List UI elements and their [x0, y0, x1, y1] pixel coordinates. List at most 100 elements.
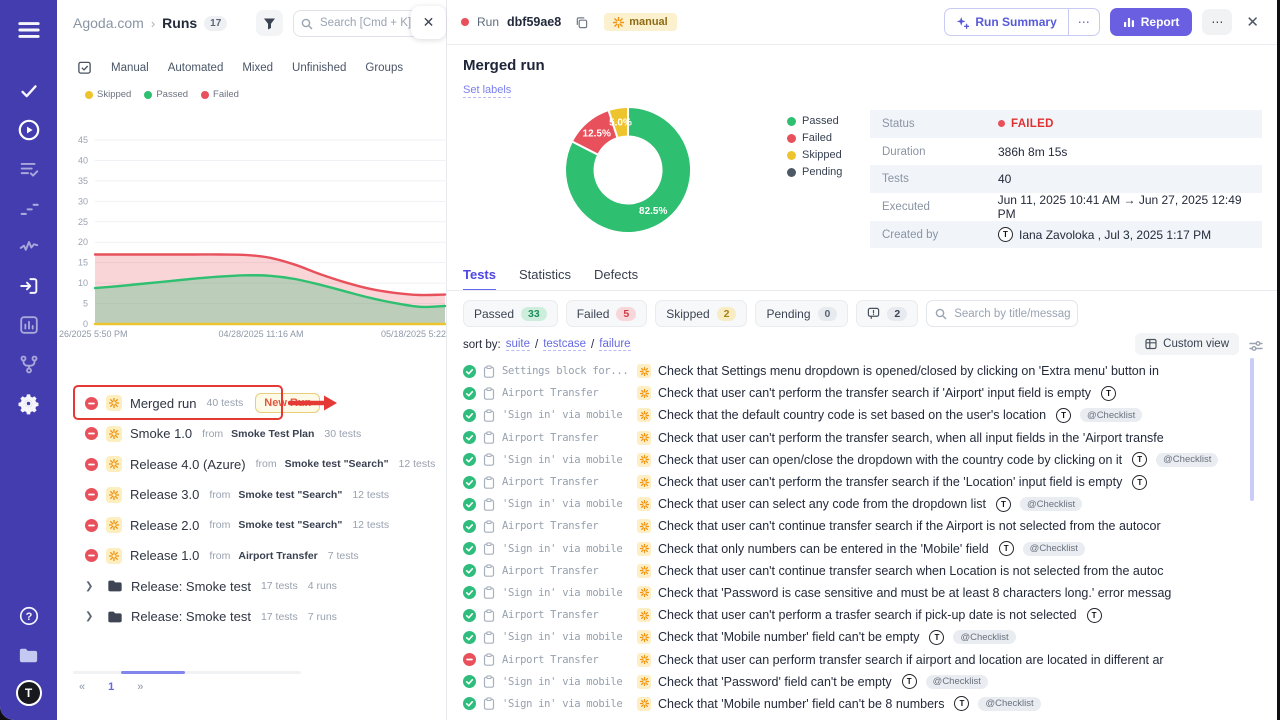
- test-row[interactable]: Airport Transfer Check that user can't p…: [463, 604, 1239, 626]
- test-row[interactable]: Airport Transfer Check that user can't c…: [463, 560, 1239, 582]
- run-list-item[interactable]: Release 3.0 fromSmoke test "Search" 12 t…: [57, 480, 447, 511]
- runs-tab-groups[interactable]: Groups: [365, 62, 403, 74]
- close-detail-button[interactable]: ✕: [1242, 11, 1263, 33]
- filter-button[interactable]: [256, 10, 283, 36]
- run-folder-item[interactable]: ❯ Release: Smoke test 17 tests 7 runs: [57, 602, 447, 633]
- runs-search-input[interactable]: [293, 10, 430, 37]
- close-panel-button[interactable]: ✕: [411, 6, 446, 39]
- runs-tab-automated[interactable]: Automated: [168, 62, 224, 74]
- testcase-icon: [483, 542, 495, 555]
- test-title: Check that user can't continue transfer …: [658, 564, 1163, 578]
- runs-tab-unfinished[interactable]: Unfinished: [292, 62, 346, 74]
- test-row[interactable]: 'Sign in' via mobile Check that 'Mobile …: [463, 626, 1239, 648]
- tab-tests[interactable]: Tests: [463, 267, 496, 291]
- filter-passed[interactable]: Passed33: [463, 300, 558, 327]
- test-row[interactable]: Airport Transfer Check that user can't c…: [463, 515, 1239, 537]
- manual-run-icon: [106, 456, 122, 472]
- folder-icon: [107, 579, 123, 593]
- next-page-button[interactable]: »: [137, 681, 143, 693]
- run-summary-button[interactable]: Run Summary: [945, 9, 1067, 35]
- legend-item: Skipped: [85, 89, 131, 100]
- test-row[interactable]: Airport Transfer Check that user can't p…: [463, 471, 1239, 493]
- custom-view-button[interactable]: Custom view: [1135, 333, 1239, 355]
- runs-tab-mixed[interactable]: Mixed: [242, 62, 273, 74]
- chevron-right-icon[interactable]: ❯: [85, 581, 99, 592]
- svg-text:26/2025 5:50 PM: 26/2025 5:50 PM: [59, 329, 128, 339]
- menu-icon[interactable]: [15, 16, 43, 44]
- vertical-scrollbar[interactable]: [1250, 358, 1254, 501]
- list-check-icon[interactable]: [15, 155, 43, 183]
- report-button[interactable]: Report: [1110, 8, 1193, 36]
- test-title: Check that user can select any code from…: [658, 497, 986, 511]
- tab-statistics[interactable]: Statistics: [519, 267, 571, 291]
- play-circle-icon[interactable]: [15, 116, 43, 144]
- prev-page-button[interactable]: «: [79, 681, 85, 693]
- test-suite: 'Sign in' via mobile: [502, 543, 630, 555]
- sort-link-testcase[interactable]: testcase: [543, 338, 586, 351]
- test-row[interactable]: Airport Transfer Check that user can't p…: [463, 427, 1239, 449]
- test-row[interactable]: 'Sign in' via mobile Check that 'Passwor…: [463, 671, 1239, 693]
- test-suite: 'Sign in' via mobile: [502, 587, 630, 599]
- test-row[interactable]: Airport Transfer Check that user can't p…: [463, 382, 1239, 404]
- copy-icon[interactable]: [575, 16, 588, 29]
- gear-icon[interactable]: [15, 389, 43, 417]
- run-from-label: from: [256, 458, 277, 470]
- set-labels-link[interactable]: Set labels: [463, 84, 511, 98]
- failed-icon: [85, 488, 98, 501]
- test-row[interactable]: 'Sign in' via mobile Check that the defa…: [463, 404, 1239, 426]
- run-list-item[interactable]: Merged run 40 tests New Run: [57, 388, 447, 419]
- chevron-right-icon[interactable]: ❯: [85, 611, 99, 622]
- filter-failed[interactable]: Failed5: [566, 300, 648, 327]
- svg-text:45: 45: [78, 135, 88, 145]
- test-row[interactable]: 'Sign in' via mobile Check that only num…: [463, 538, 1239, 560]
- breadcrumb-project[interactable]: Agoda.com: [73, 15, 144, 31]
- runs-tab-manual[interactable]: Manual: [111, 62, 149, 74]
- folder-icon[interactable]: [15, 641, 43, 669]
- user-avatar[interactable]: T: [16, 680, 42, 706]
- sort-link-suite[interactable]: suite: [506, 338, 530, 351]
- report-box-icon[interactable]: [15, 311, 43, 339]
- test-row[interactable]: 'Sign in' via mobile Check that user can…: [463, 493, 1239, 515]
- run-folder-item[interactable]: ❯ Release: Smoke test 17 tests 4 runs: [57, 571, 447, 602]
- test-search-input[interactable]: [926, 300, 1078, 327]
- filter-pending[interactable]: Pending0: [755, 300, 848, 327]
- activity-icon[interactable]: [15, 233, 43, 261]
- passed-icon: [463, 431, 476, 444]
- filter-count: 0: [818, 307, 838, 321]
- scrollbar-thumb[interactable]: [121, 671, 185, 674]
- passed-icon: [463, 586, 476, 599]
- steps-icon[interactable]: [15, 194, 43, 222]
- testcase-icon: [483, 586, 495, 599]
- import-icon[interactable]: [15, 272, 43, 300]
- run-list-item[interactable]: Release 4.0 (Azure) fromSmoke test "Sear…: [57, 449, 447, 480]
- testcase-icon: [483, 365, 495, 378]
- calendar-check-icon[interactable]: [77, 60, 92, 75]
- help-icon[interactable]: ?: [15, 602, 43, 630]
- test-row[interactable]: 'Sign in' via mobile Check that user can…: [463, 449, 1239, 471]
- test-title: Check that 'Mobile number' field can't b…: [658, 630, 919, 644]
- branch-icon[interactable]: [15, 350, 43, 378]
- run-name: Merged run: [130, 396, 196, 411]
- sort-link-failure[interactable]: failure: [599, 338, 630, 351]
- run-list-item[interactable]: Release 1.0 fromAirport Transfer 7 tests: [57, 541, 447, 572]
- check-icon[interactable]: [15, 77, 43, 105]
- comments-filter[interactable]: 2: [856, 300, 918, 327]
- adjustments-icon[interactable]: [1249, 339, 1263, 357]
- filter-skipped[interactable]: Skipped2: [655, 300, 747, 327]
- tab-defects[interactable]: Defects: [594, 267, 638, 291]
- test-row[interactable]: 'Sign in' via mobile Check that 'Passwor…: [463, 582, 1239, 604]
- test-title: Check that user can't continue transfer …: [658, 519, 1161, 533]
- test-row[interactable]: 'Sign in' via mobile Check that 'Mobile …: [463, 693, 1239, 715]
- run-list-item[interactable]: Release 2.0 fromSmoke test "Search" 12 t…: [57, 510, 447, 541]
- run-summary-more-button[interactable]: ⋯: [1068, 9, 1099, 35]
- assignee-avatar: T: [929, 630, 944, 645]
- test-row[interactable]: Airport Transfer Check that user can per…: [463, 648, 1239, 670]
- passed-icon: [463, 609, 476, 622]
- more-actions-button[interactable]: ⋯: [1202, 9, 1232, 35]
- run-from-label: from: [209, 489, 230, 501]
- run-list-item[interactable]: Smoke 1.0 fromSmoke Test Plan 30 tests: [57, 419, 447, 450]
- info-label: Duration: [870, 146, 998, 158]
- page-number[interactable]: 1: [108, 681, 114, 693]
- test-row[interactable]: Settings block for... Check that Setting…: [463, 360, 1239, 382]
- chart-legend: SkippedPassedFailed: [57, 85, 446, 100]
